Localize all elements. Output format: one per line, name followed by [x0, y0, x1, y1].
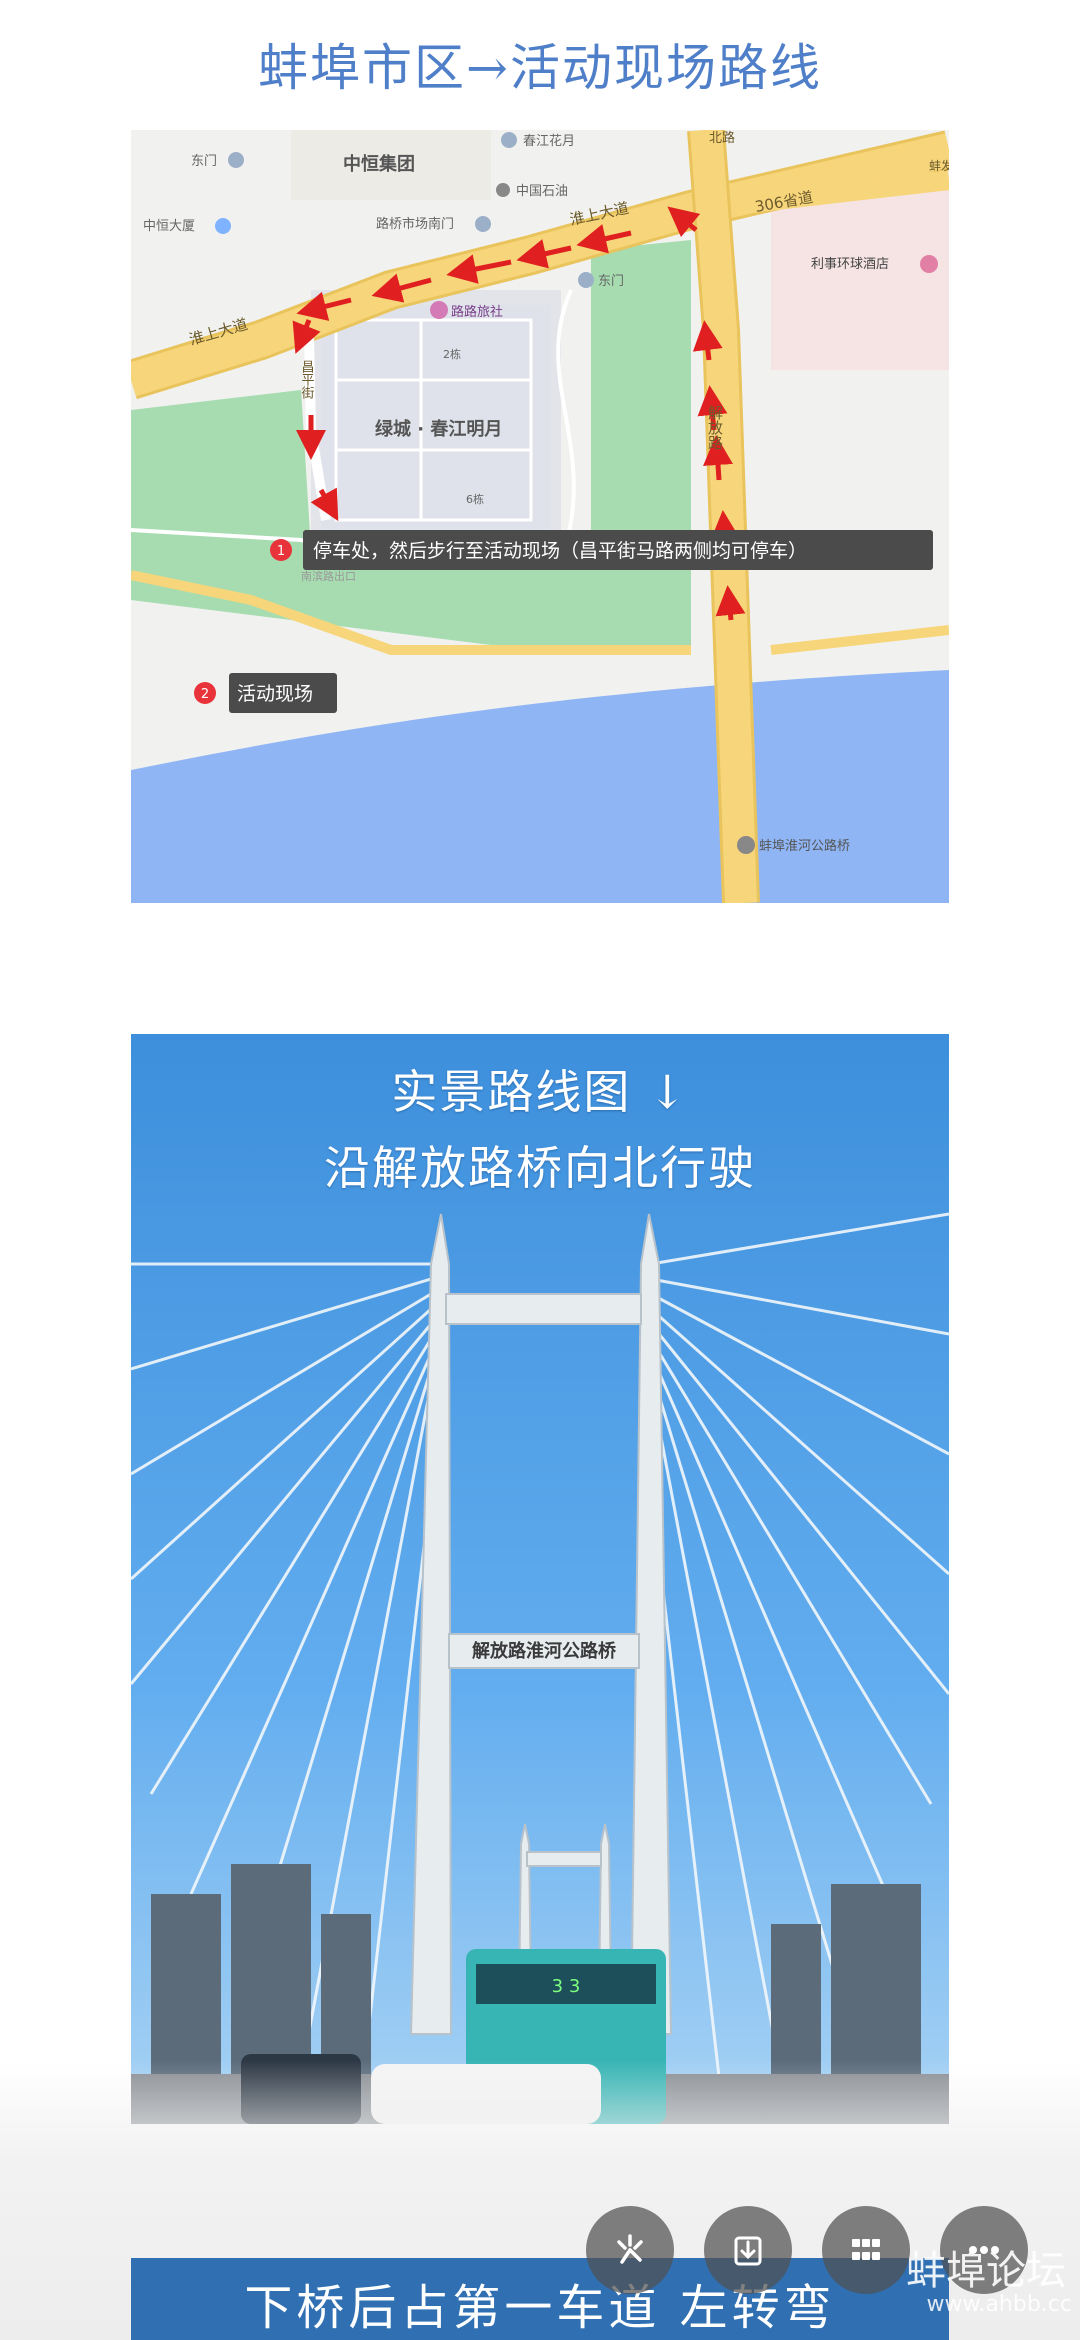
marker-1-label: 停车处，然后步行至活动现场（昌平街马路两侧均可停车）: [313, 540, 807, 562]
page-title: 蚌埠市区→活动现场路线: [258, 39, 822, 97]
place-lizhi-hotel: 利事环球酒店: [811, 257, 889, 272]
road-jiefang: 解放路: [706, 405, 724, 450]
bus-display: 3 3: [552, 1976, 581, 1997]
grid-icon: [852, 2239, 880, 2260]
sparkle-button[interactable]: [586, 2206, 674, 2294]
download-button[interactable]: [704, 2206, 792, 2294]
marker-1-number: 1: [277, 544, 285, 559]
forum-watermark: 蚌埠论坛 www.ahbb.cc: [892, 2238, 1080, 2328]
sparkle-icon: [617, 2234, 643, 2264]
photo-caption-line2: 沿解放路桥向北行驶: [324, 1141, 756, 1195]
place-luqiao-hotel: 路路旅社: [451, 304, 503, 320]
bridge-photo: 解放路淮河公路桥 3 3 实景路线图 ↓ 沿解放路桥向北行驶: [131, 1034, 949, 2124]
place-luqiao-south-gate: 路桥市场南门: [376, 216, 454, 232]
place-small-road: 南滨路出口: [301, 569, 356, 583]
place-dongmen-top: 东门: [191, 154, 217, 169]
place-building-6: 6栋: [466, 492, 484, 506]
place-dongmen-mid: 东门: [598, 274, 624, 289]
place-bridge-name: 蚌埠淮河公路桥: [759, 838, 850, 854]
watermark-main: 蚌埠论坛: [906, 2248, 1066, 2294]
next-step-caption: 下桥后占第一车道 左转弯: [244, 2280, 836, 2336]
place-lvcheng: 绿城 · 春江明月: [375, 418, 502, 440]
marker-1[interactable]: 1 停车处，然后步行至活动现场（昌平街马路两侧均可停车）: [270, 530, 933, 570]
bridge-sign: 解放路淮河公路桥: [472, 1640, 617, 1662]
watermark-sub: www.ahbb.cc: [926, 2292, 1073, 2317]
place-chunjiang-huayue: 春江花月: [523, 133, 575, 149]
map-block-pink: [771, 190, 949, 370]
road-fa-edge: 蚌发: [929, 158, 949, 173]
download-icon: [734, 2236, 762, 2266]
place-zhongheng-building: 中恒大厦: [143, 219, 195, 234]
place-building-2: 2栋: [443, 347, 461, 361]
marker-2-number: 2: [201, 687, 209, 702]
marker-2-label: 活动现场: [237, 683, 313, 705]
place-zhongguo-shiyou: 中国石油: [516, 184, 568, 199]
road-north-edge: 北路: [709, 130, 735, 146]
road-changping: 昌平街: [299, 360, 315, 399]
place-zhongheng-group: 中恒集团: [343, 153, 415, 175]
photo-caption-line1: 实景路线图 ↓: [391, 1065, 689, 1119]
route-map[interactable]: 东门 中恒集团 春江花月 中国石油 中恒大厦 路桥市场南门 利事环球酒店 东门 …: [131, 130, 949, 903]
